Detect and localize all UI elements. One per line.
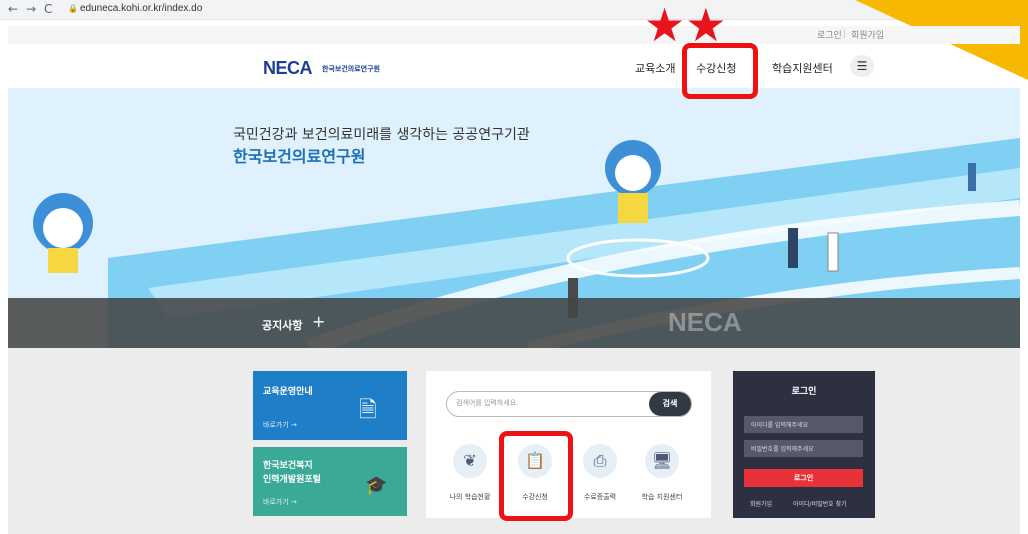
hero-title: 한국보건의료연구원 — [233, 147, 366, 166]
reload-icon[interactable]: C — [44, 2, 52, 16]
notice-more-icon[interactable]: + — [312, 312, 325, 331]
document-icon: 🗎 — [359, 398, 377, 423]
logo-subtitle: 한국보건의료연구원 — [322, 65, 380, 73]
card-portal[interactable]: 한국보건복지 인력개발원포털 바로가기 → 🎓 — [253, 447, 407, 516]
card-title: 교육운영안내 — [263, 387, 313, 397]
login-id-placeholder: 아이디를 입력해주세요 — [751, 422, 809, 429]
quick-link-certificate[interactable]: 수료증출력 — [570, 492, 630, 502]
hamburger-menu-icon[interactable]: ☰ — [850, 55, 874, 77]
notice-label[interactable]: 공지사항 — [262, 317, 302, 333]
monitor-icon[interactable]: 🖥 — [645, 444, 679, 478]
login-password-input[interactable]: 비밀번호를 입력해주세요 — [744, 440, 863, 457]
utility-divider: | — [843, 28, 846, 38]
graduation-cap-icon: 🎓 — [365, 475, 388, 496]
printer-icon[interactable]: ⎙ — [583, 444, 617, 478]
highlight-quick-registration — [499, 431, 573, 521]
signup-link[interactable]: 회원가입 — [750, 499, 772, 508]
quick-link-support[interactable]: 학습 지원센터 — [632, 492, 692, 502]
login-id-input[interactable]: 아이디를 입력해주세요 — [744, 416, 863, 433]
card-education-guide[interactable]: 교육운영안내 바로가기 → 🗎 — [253, 371, 407, 440]
utility-signup-link[interactable]: 회원가입 — [851, 28, 884, 41]
login-button[interactable]: 로그인 — [744, 469, 863, 487]
back-icon[interactable]: ← — [8, 2, 18, 16]
find-account-link[interactable]: 아이디/비밀번호 찾기 — [793, 499, 847, 508]
card-link[interactable]: 바로가기 → — [263, 420, 297, 430]
highlight-menu-registration — [682, 43, 758, 99]
address-bar[interactable]: eduneca.kohi.or.kr/index.do — [80, 3, 202, 14]
logo-text: NECA — [263, 58, 313, 78]
card-link[interactable]: 바로가기 → — [263, 497, 297, 507]
menu-item-education[interactable]: 교육소개 — [635, 60, 675, 76]
notice-bar — [8, 298, 1020, 348]
lock-icon: 🔒 — [68, 4, 78, 13]
login-password-placeholder: 비밀번호를 입력해주세요 — [751, 446, 814, 453]
quick-link-my-learning[interactable]: 나의 학습현황 — [440, 492, 500, 502]
search-button[interactable]: 검색 — [649, 392, 691, 416]
site-logo[interactable]: NECA — [263, 58, 313, 79]
search-placeholder: 검색어를 입력하세요. — [456, 399, 519, 407]
login-title: 로그인 — [791, 387, 817, 397]
menu-item-support-center[interactable]: 학습지원센터 — [772, 60, 833, 76]
hero-subtitle: 국민건강과 보건의료미래를 생각하는 공공연구기관 — [233, 127, 530, 143]
forward-icon[interactable]: → — [26, 2, 36, 16]
notice-watermark: NECA — [668, 307, 742, 337]
utility-login-link[interactable]: 로그인 — [817, 28, 842, 41]
card-title: 한국보건복지 인력개발원포털 — [263, 461, 321, 485]
annotation-stars: ★★ — [644, 0, 727, 52]
sprout-icon[interactable]: ❦ — [453, 444, 487, 478]
